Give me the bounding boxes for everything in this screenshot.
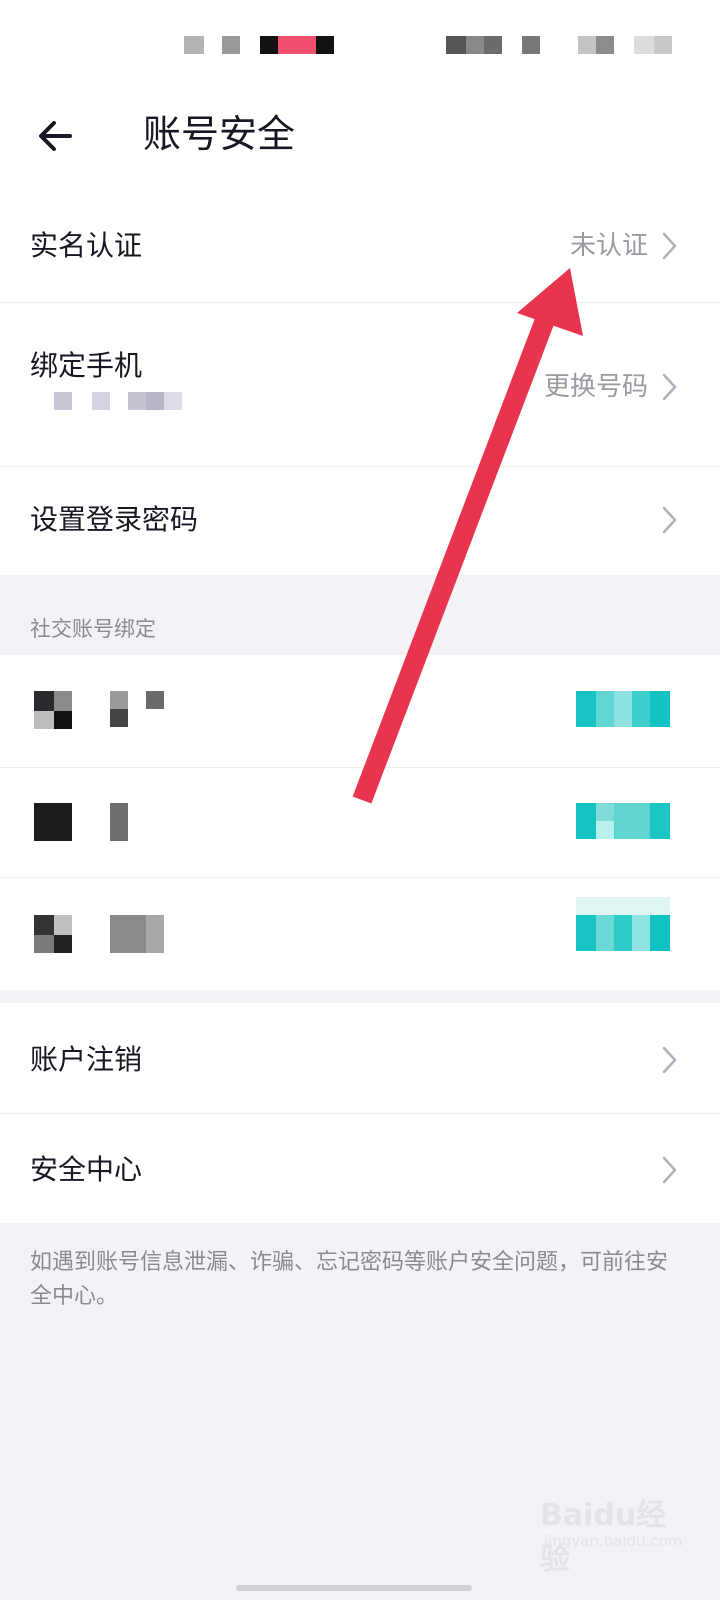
status-icon [316,36,334,54]
divider [0,877,720,878]
row-label: 账户注销 [30,1043,143,1076]
chevron-right-icon [662,373,677,401]
status-icon [278,36,316,54]
chevron-right-icon [662,1156,677,1184]
row-label: 安全中心 [30,1153,143,1186]
status-icon [654,36,672,54]
social-accounts-section-title: 社交账号绑定 [30,617,156,641]
row-label: 绑定手机 [30,349,143,382]
status-icon [596,36,614,54]
social-bind-status-redacted [576,691,672,729]
status-icon [446,36,466,54]
divider [0,466,720,467]
watermark-url: jingyan.baidu.com [544,1532,683,1550]
set-login-password-row[interactable]: 设置登录密码 [0,466,720,575]
social-account-row[interactable] [0,877,720,990]
back-button[interactable] [30,110,82,162]
security-tip-text: 如遇到账号信息泄漏、诈骗、忘记密码等账户安全问题，可前往安全中心。 [30,1250,669,1309]
phone-number-redacted [36,390,186,412]
social-account-row[interactable] [0,767,720,877]
social-accounts-group [0,655,720,990]
chevron-right-icon [662,1046,677,1074]
status-icon [634,36,654,54]
status-icon [484,36,502,54]
change-number-link: 更换号码 [543,372,648,402]
arrow-left-icon [39,121,72,151]
account-management-group: 账户注销 安全中心 [0,1003,720,1223]
chevron-right-icon [662,232,677,260]
social-app-icon [34,691,74,731]
social-app-icon [34,803,74,843]
account-settings-group: 实名认证 未认证 绑定手机 更换号码 设置登录密码 [0,190,720,575]
status-icon [578,36,596,54]
home-indicator[interactable] [236,1585,472,1591]
status-icon [522,36,540,54]
real-name-verification-row[interactable]: 实名认证 未认证 [0,190,720,302]
status-icon [184,36,204,54]
social-account-row[interactable] [0,655,720,767]
divider [0,302,720,303]
status-icon [260,36,278,54]
top-bar: 账号安全 [0,90,720,190]
page-title: 账号安全 [143,112,296,156]
baidu-jingyan-watermark: Baidu经验 jingyan.baidu.com [540,1490,690,1577]
social-app-name-redacted [110,915,170,955]
divider [0,767,720,768]
status-bar [0,0,720,90]
row-label: 实名认证 [30,229,143,262]
divider [0,1113,720,1114]
row-label: 设置登录密码 [30,503,199,536]
status-icon [222,36,240,54]
social-app-name-redacted [110,803,170,843]
social-app-icon [34,915,74,955]
social-bind-status-redacted [576,803,672,841]
bound-phone-row[interactable]: 绑定手机 更换号码 [0,302,720,466]
social-app-name-redacted [110,691,170,731]
security-center-row[interactable]: 安全中心 [0,1113,720,1223]
status-icon [466,36,484,54]
social-bind-status-redacted [576,897,672,953]
account-deletion-row[interactable]: 账户注销 [0,1003,720,1113]
chevron-right-icon [662,506,677,534]
verification-status: 未认证 [569,231,648,261]
